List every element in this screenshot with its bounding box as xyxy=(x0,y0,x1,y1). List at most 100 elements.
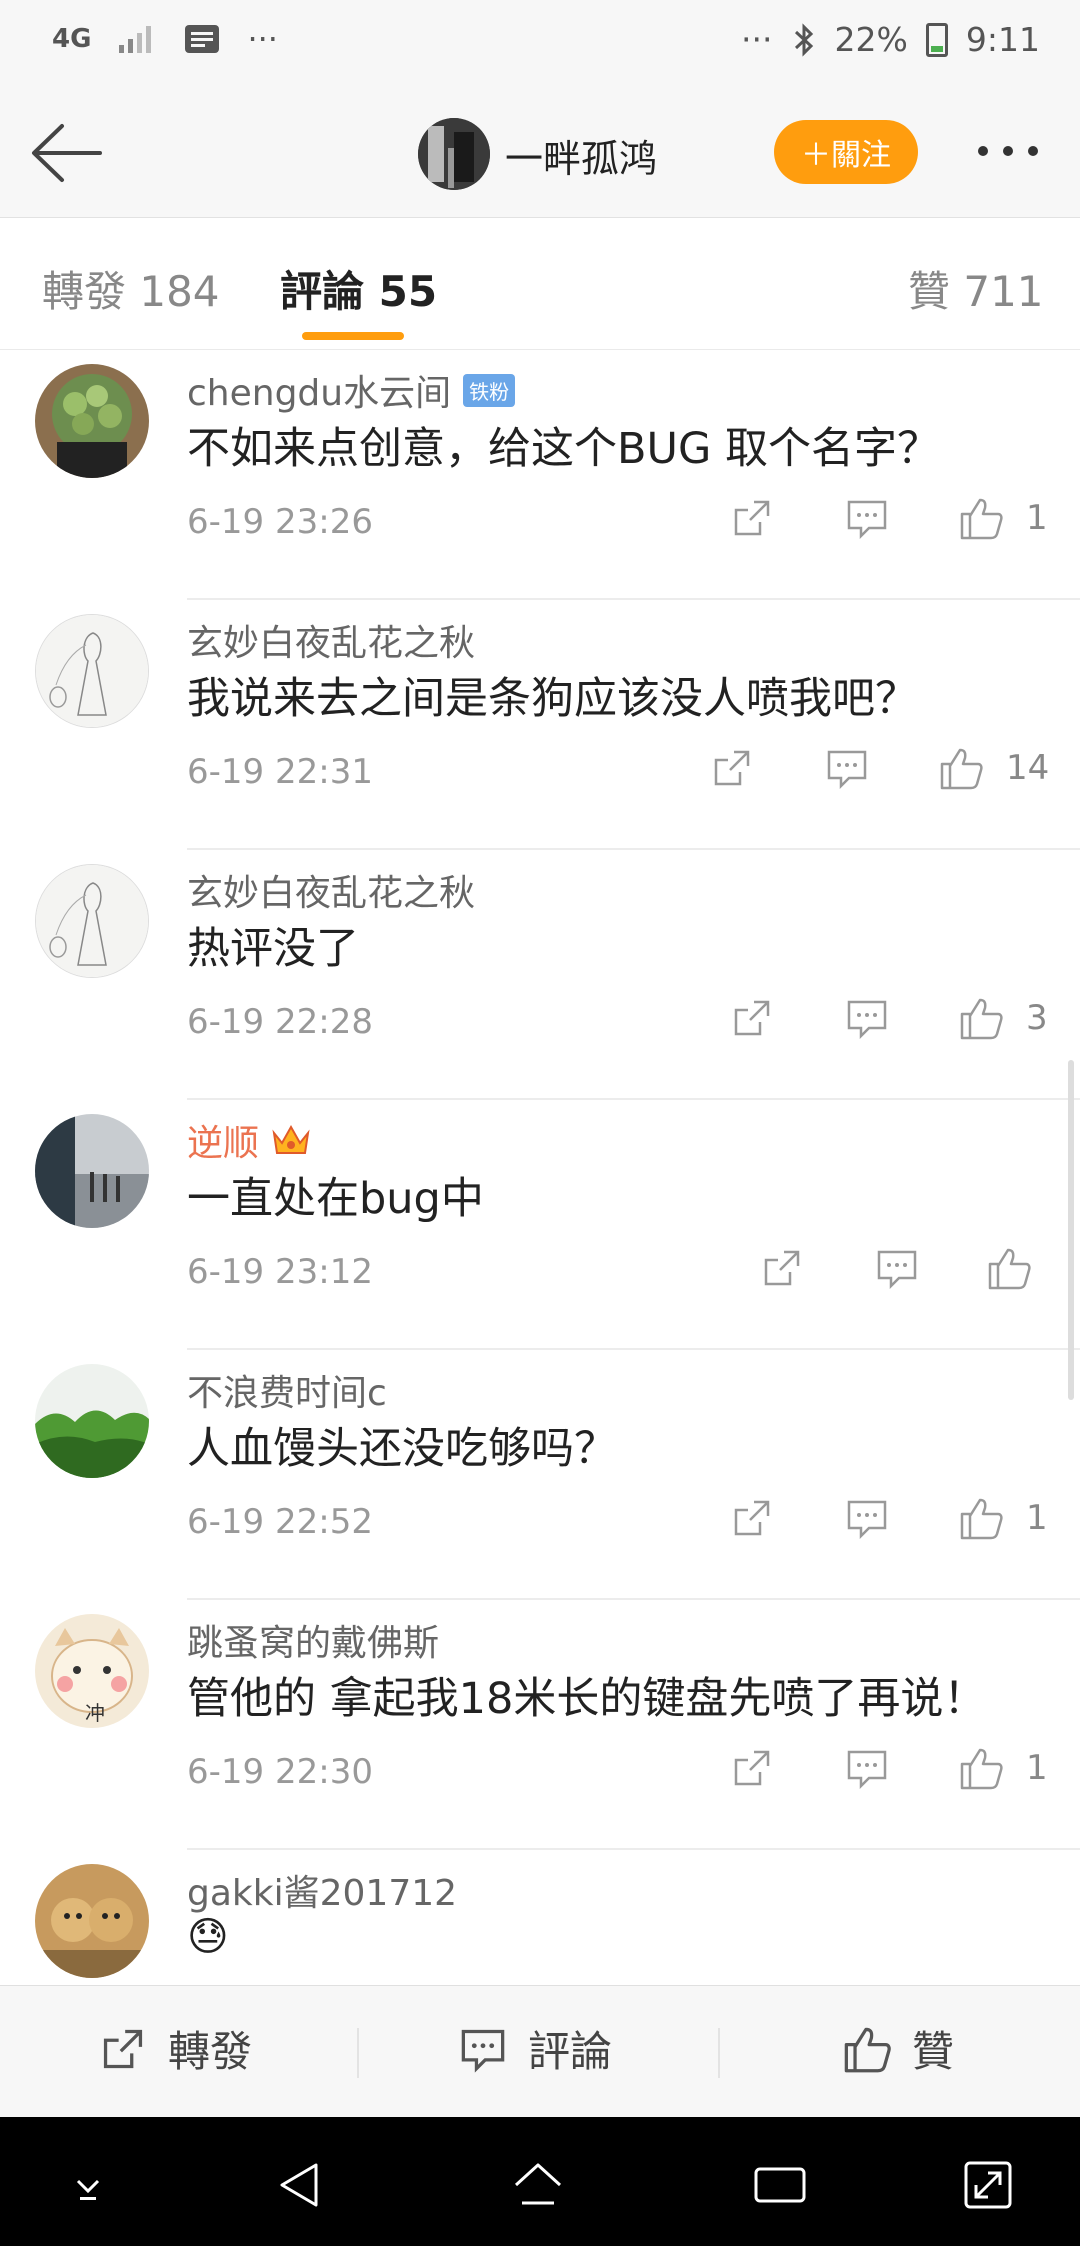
network-type: 4G xyxy=(52,24,92,54)
divider xyxy=(718,2028,720,2078)
comment-time: 6-19 23:12 xyxy=(187,1252,373,1292)
nav-home-icon[interactable] xyxy=(510,2157,566,2213)
comment-item: 玄妙白夜乱花之秋 我说来去之间是条狗应该没人喷我吧？ 6-19 22:31 14 xyxy=(0,600,1080,850)
commenter-name-text: chengdu水云间 xyxy=(187,373,452,414)
reply-icon[interactable] xyxy=(845,996,895,1046)
like-count: 1 xyxy=(1026,1498,1048,1538)
like-button[interactable]: 1 xyxy=(958,496,1048,540)
reply-icon[interactable] xyxy=(875,1246,925,1296)
comment-icon xyxy=(461,2029,505,2073)
chevron-down-icon[interactable] xyxy=(60,2157,116,2213)
tab-likes[interactable]: 贊 711 xyxy=(908,258,1044,319)
commenter-avatar[interactable] xyxy=(35,364,149,478)
comment-text: 不如来点创意，给这个BUG 取个名字？ xyxy=(187,424,940,474)
commenter-avatar[interactable] xyxy=(35,1114,149,1228)
divider xyxy=(357,2028,359,2078)
expand-icon[interactable] xyxy=(960,2157,1016,2213)
comment-item: gakki酱201712 😓 xyxy=(0,1850,1080,1985)
commenter-avatar[interactable] xyxy=(35,1864,149,1978)
comment-item: 冲 跳蚤窝的戴佛斯 管他的 拿起我18米长的键盘先喷了再说！ 6-19 22:3… xyxy=(0,1600,1080,1850)
commenter-name[interactable]: 玄妙白夜乱花之秋 xyxy=(187,864,475,916)
commenter-avatar[interactable]: 冲 xyxy=(35,1614,149,1728)
share-icon[interactable] xyxy=(760,1246,810,1296)
bluetooth-icon xyxy=(794,22,813,57)
like-button[interactable]: 1 xyxy=(958,1746,1048,1790)
reply-icon[interactable] xyxy=(825,746,875,796)
status-more-dots: ··· xyxy=(247,20,278,58)
reply-icon[interactable] xyxy=(845,1496,895,1546)
commenter-name[interactable]: 逆顺 xyxy=(187,1114,311,1166)
tab-comments[interactable]: 評論 55 xyxy=(280,258,437,319)
commenter-avatar[interactable] xyxy=(35,864,149,978)
share-icon[interactable] xyxy=(730,1746,780,1796)
comment-text: 热评没了 xyxy=(187,924,359,974)
active-tab-indicator xyxy=(302,332,404,340)
nav-recents-icon[interactable] xyxy=(752,2157,808,2213)
follow-label: ＋關注 xyxy=(801,138,891,173)
like-button[interactable]: 1 xyxy=(958,1496,1048,1540)
thumbs-up-icon xyxy=(960,498,1003,540)
comment-item: 玄妙白夜乱花之秋 热评没了 6-19 22:28 3 xyxy=(0,850,1080,1100)
reply-icon[interactable] xyxy=(845,1746,895,1796)
commenter-name[interactable]: 不浪费时间c xyxy=(187,1364,387,1416)
tab-bar: 轉發 184 評論 55 贊 711 xyxy=(0,218,1080,350)
commenter-avatar[interactable] xyxy=(35,614,149,728)
commenter-name-text: 逆顺 xyxy=(187,1123,260,1164)
commenter-name[interactable]: 跳蚤窝的戴佛斯 xyxy=(187,1614,439,1666)
comment-time: 6-19 22:31 xyxy=(187,752,373,792)
comment-text: 管他的 拿起我18米长的键盘先喷了再说！ xyxy=(187,1674,987,1724)
comment-time: 6-19 22:52 xyxy=(187,1502,373,1542)
clock: 9:11 xyxy=(965,20,1040,59)
like-count: 14 xyxy=(1006,748,1050,788)
share-icon[interactable] xyxy=(730,1496,780,1546)
commenter-avatar[interactable] xyxy=(35,1364,149,1478)
like-button[interactable]: 14 xyxy=(938,746,1049,790)
like-button[interactable] xyxy=(986,1246,1054,1290)
comment-button[interactable]: 評論 xyxy=(458,2018,612,2079)
top-header: 一畔孤鸿 ＋關注 xyxy=(0,90,1080,218)
share-icon[interactable] xyxy=(730,996,780,1046)
tab-reposts[interactable]: 轉發 184 xyxy=(42,258,220,319)
repost-button[interactable]: 轉發 xyxy=(98,2018,252,2079)
signal-bars-icon xyxy=(119,26,152,53)
follow-button[interactable]: ＋關注 xyxy=(774,120,918,184)
comment-text: 我说来去之间是条狗应该没人喷我吧？ xyxy=(187,674,918,724)
commenter-name[interactable]: chengdu水云间 铁粉 xyxy=(187,364,516,416)
author-name[interactable]: 一畔孤鸿 xyxy=(505,128,657,183)
like-count: 1 xyxy=(1026,1748,1048,1788)
thumbs-up-icon xyxy=(844,2027,891,2072)
like-button[interactable]: 3 xyxy=(958,996,1048,1040)
author-avatar[interactable] xyxy=(418,118,490,190)
share-icon[interactable] xyxy=(730,496,780,546)
reply-icon[interactable] xyxy=(845,496,895,546)
system-nav-bar xyxy=(0,2117,1080,2246)
thumbs-up-icon xyxy=(988,1248,1031,1290)
nav-back-icon[interactable] xyxy=(272,2157,328,2213)
share-icon[interactable] xyxy=(710,746,760,796)
bottom-action-bar: 轉發 評論 贊 xyxy=(0,1985,1080,2117)
commenter-name[interactable]: 玄妙白夜乱花之秋 xyxy=(187,614,475,666)
comment-item: chengdu水云间 铁粉 不如来点创意，给这个BUG 取个名字？ 6-19 2… xyxy=(0,350,1080,600)
comment-label: 評論 xyxy=(528,2027,613,2076)
comment-item: 不浪费时间c 人血馒头还没吃够吗？ 6-19 22:52 1 xyxy=(0,1350,1080,1600)
more-options-icon[interactable] xyxy=(978,146,1038,156)
thumbs-up-icon xyxy=(940,748,983,790)
comment-time: 6-19 22:28 xyxy=(187,1002,373,1042)
comment-time: 6-19 23:26 xyxy=(187,502,373,542)
comment-emoji: 😓 xyxy=(187,1914,229,1960)
vip-crown-icon xyxy=(272,1124,310,1154)
battery-percent: 22% xyxy=(834,20,908,59)
like-label: 贊 xyxy=(912,2027,955,2076)
like-post-button[interactable]: 贊 xyxy=(842,2018,954,2079)
thumbs-up-icon xyxy=(960,1498,1003,1540)
message-notification-icon xyxy=(185,25,220,53)
like-count: 1 xyxy=(1026,498,1048,538)
back-arrow-icon[interactable] xyxy=(28,118,108,188)
scrollbar[interactable] xyxy=(1068,1060,1074,1400)
like-count: 3 xyxy=(1026,998,1048,1038)
comment-time: 6-19 22:30 xyxy=(187,1752,373,1792)
commenter-name[interactable]: gakki酱201712 xyxy=(187,1864,457,1916)
thumbs-up-icon xyxy=(960,998,1003,1040)
battery-icon xyxy=(925,22,948,57)
fan-badge: 铁粉 xyxy=(463,373,516,407)
